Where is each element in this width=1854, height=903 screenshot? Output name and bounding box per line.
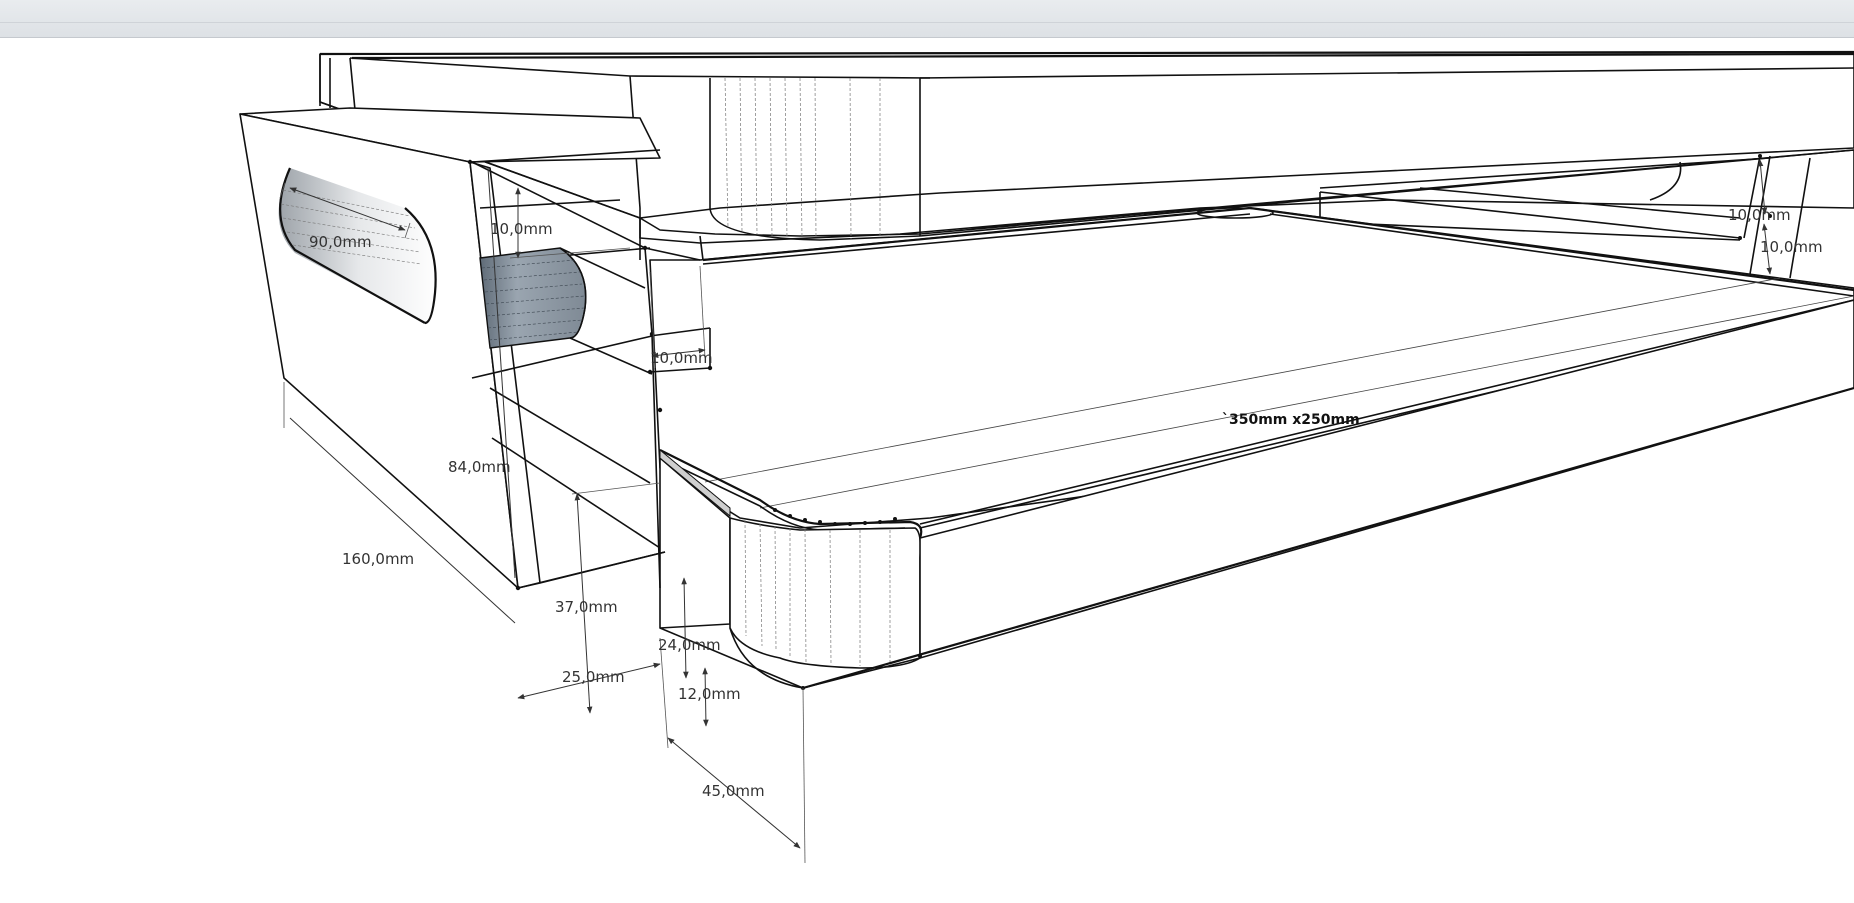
dim-45-label: 45,0mm: [702, 782, 765, 800]
dim-90-label: 90,0mm: [309, 233, 372, 251]
model-canvas[interactable]: 90,0mm 10,0mm 10,0mm 84,0mm 160,0mm 37,0…: [0, 38, 1854, 903]
tray-size-label: `350mm x250mm: [1222, 412, 1360, 428]
dim-84-label: 84,0mm: [448, 458, 511, 476]
dim-12-label: 12,0mm: [678, 685, 741, 703]
bottom-tray-corner-face: [729, 517, 922, 669]
dim-160-label: 160,0mm: [342, 550, 414, 568]
dim-37-label: 37,0mm: [555, 598, 618, 616]
dim-25-label: 25,0mm: [562, 668, 625, 686]
toolbar-strip: [0, 0, 1854, 38]
dim-10-right-a-label: 10,0mm: [1728, 206, 1791, 224]
bottom-tray: [649, 206, 1854, 690]
dim-24-label: 24,0mm: [658, 636, 721, 654]
dim-10-right-b-label: 10,0mm: [1760, 238, 1823, 256]
sketchup-window: 90,0mm 10,0mm 10,0mm 84,0mm 160,0mm 37,0…: [0, 0, 1854, 903]
dim-10-left-label: 10,0mm: [490, 220, 553, 238]
model-viewport[interactable]: 90,0mm 10,0mm 10,0mm 84,0mm 160,0mm 37,0…: [0, 38, 1854, 903]
toolbar-divider: [0, 22, 1854, 23]
dim-10-mid-label: 10,0mm: [650, 349, 713, 367]
